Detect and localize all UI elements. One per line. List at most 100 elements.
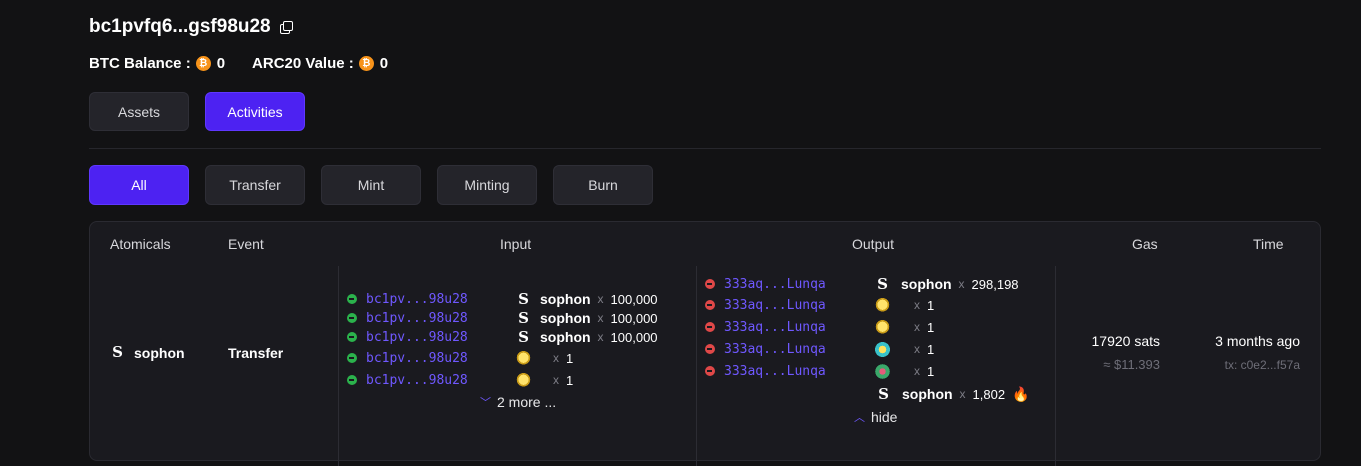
column-divider [1055, 266, 1056, 466]
sophon-icon: S [518, 327, 529, 346]
input-arrow-icon [347, 294, 357, 304]
wallet-address-header: bc1pvfq6...gsf98u28 [89, 16, 293, 38]
btc-balance-label: BTC Balance : [89, 55, 191, 72]
input-address-link[interactable]: bc1pv...98u28 [366, 351, 516, 366]
token-amount: 100,000 [610, 310, 658, 326]
times-sign: x [914, 320, 920, 334]
input-address-link[interactable]: bc1pv...98u28 [366, 292, 516, 307]
token-name: sophon [540, 310, 591, 326]
filter-mint[interactable]: Mint [321, 165, 421, 205]
chevron-up-icon: ︿ [854, 412, 865, 424]
tx-hash-link[interactable]: tx: c0e2...f57a [1225, 358, 1300, 372]
input-arrow-icon [347, 332, 357, 342]
balance-summary: BTC Balance : ₿ 0 ARC20 Value : ₿ 0 [89, 55, 388, 72]
token-amount: 1 [927, 363, 935, 379]
chevron-down-icon: ﹀ [480, 397, 491, 409]
output-address-link[interactable]: 333aq...Lunqa [724, 364, 875, 379]
filter-all[interactable]: All [89, 165, 189, 205]
input-address-link[interactable]: bc1pv...98u28 [366, 311, 516, 326]
output-row: 333aq...Lunqa x 1 [705, 295, 934, 315]
output-address-link[interactable]: 333aq...Lunqa [724, 320, 875, 335]
header-atomicals: Atomicals [110, 236, 171, 252]
input-row: bc1pv...98u28 S sophon x 100,000 [347, 327, 658, 347]
times-sign: x [914, 342, 920, 356]
times-sign: x [959, 387, 966, 401]
divider [89, 148, 1321, 149]
filter-burn[interactable]: Burn [553, 165, 653, 205]
output-arrow-icon [705, 366, 715, 376]
filter-minting[interactable]: Minting [437, 165, 537, 205]
output-address-link[interactable]: 333aq...Lunqa [724, 342, 875, 357]
input-address-link[interactable]: bc1pv...98u28 [366, 373, 516, 388]
input-row: bc1pv...98u28 S sophon x 100,000 [347, 289, 658, 309]
pixel-nft-icon [875, 363, 890, 379]
header-output: Output [852, 236, 895, 252]
column-divider [696, 266, 697, 466]
input-row: bc1pv...98u28 x 1 [347, 370, 573, 390]
show-more-label: 2 more ... [497, 394, 557, 410]
token-amount: 1 [927, 297, 935, 313]
show-more-button[interactable]: ﹀ 2 more ... [480, 394, 556, 410]
activities-table: Atomicals Event Input Output Gas Time S … [89, 221, 1321, 466]
gas-usd: ≈ $11.393 [1103, 357, 1160, 372]
output-address-link[interactable]: 333aq...Lunqa [724, 298, 875, 313]
pixel-nft-icon [875, 297, 890, 313]
token-name: sophon [540, 291, 591, 307]
output-arrow-icon [705, 322, 715, 332]
sophon-icon: S [878, 384, 889, 403]
token-amount: 100,000 [610, 291, 658, 307]
pixel-nft-icon [875, 341, 890, 357]
tab-assets[interactable]: Assets [89, 92, 189, 131]
output-row: 333aq...Lunqa x 1 [705, 317, 934, 337]
arc20-value: 0 [379, 55, 389, 72]
wallet-address: bc1pvfq6...gsf98u28 [89, 16, 271, 37]
tab-activities[interactable]: Activities [205, 92, 305, 131]
event-type: Transfer [228, 345, 284, 361]
sophon-icon: S [518, 289, 529, 308]
burn-row: S sophon x 1,802 🔥 [876, 384, 1030, 404]
bitcoin-icon: ₿ [358, 56, 374, 71]
header-event: Event [228, 236, 264, 252]
filter-transfer[interactable]: Transfer [205, 165, 305, 205]
btc-balance-value: 0 [216, 55, 226, 72]
times-sign: x [914, 364, 920, 378]
token-name: sophon [901, 276, 952, 292]
atomical-cell[interactable]: S sophon [110, 343, 185, 361]
pixel-nft-icon [875, 319, 890, 335]
token-amount: 100,000 [610, 329, 658, 345]
times-sign: x [553, 373, 559, 387]
times-sign: x [597, 292, 604, 306]
fire-icon: 🔥 [1012, 385, 1030, 402]
hide-label: hide [871, 409, 898, 425]
header-gas: Gas [1132, 236, 1158, 252]
time-ago: 3 months ago [1215, 333, 1300, 349]
token-amount: 1 [927, 319, 935, 335]
input-row: bc1pv...98u28 x 1 [347, 348, 573, 368]
arc20-value-label: ARC20 Value : [252, 55, 354, 72]
header-input: Input [500, 236, 532, 252]
input-arrow-icon [347, 313, 357, 323]
pixel-nft-icon [516, 372, 531, 388]
output-arrow-icon [705, 344, 715, 354]
token-amount: 1 [566, 372, 574, 388]
input-row: bc1pv...98u28 S sophon x 100,000 [347, 308, 658, 328]
column-divider [338, 266, 339, 466]
times-sign: x [597, 330, 604, 344]
gas-sats: 17920 sats [1091, 333, 1161, 349]
token-amount: 1,802 [972, 386, 1006, 402]
token-amount: 298,198 [971, 276, 1019, 292]
times-sign: x [958, 277, 965, 291]
token-amount: 1 [927, 341, 935, 357]
hide-button[interactable]: ︿ hide [854, 409, 897, 425]
token-name: sophon [540, 329, 591, 345]
output-address-link[interactable]: 333aq...Lunqa [724, 277, 875, 292]
input-arrow-icon [347, 375, 357, 385]
input-address-link[interactable]: bc1pv...98u28 [366, 330, 516, 345]
sophon-icon: S [112, 343, 123, 361]
copy-icon[interactable] [279, 21, 293, 34]
pixel-nft-icon [516, 350, 531, 366]
sophon-icon: S [518, 308, 529, 327]
output-arrow-icon [705, 279, 715, 289]
times-sign: x [553, 351, 559, 365]
atomical-name: sophon [134, 344, 185, 361]
